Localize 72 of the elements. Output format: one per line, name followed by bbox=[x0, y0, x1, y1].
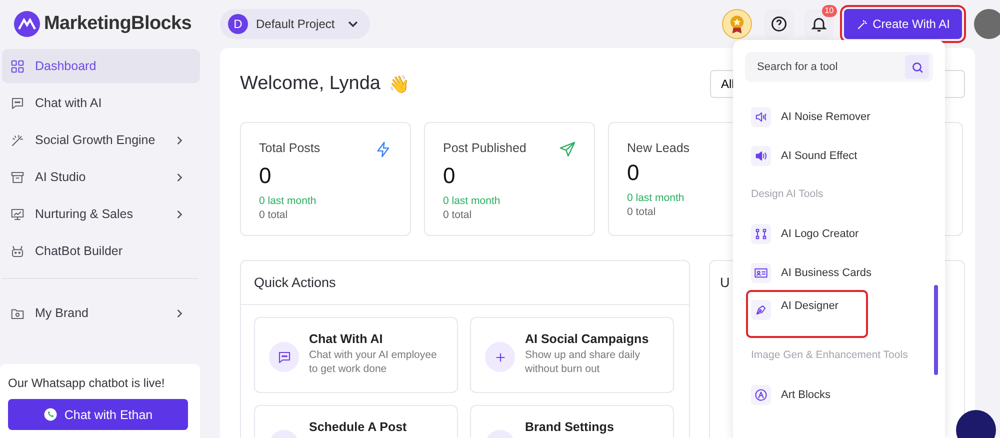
quick-action[interactable]: Chat With AI Chat with your AI employee to get work done bbox=[254, 317, 458, 393]
magic-wand-icon bbox=[10, 132, 25, 148]
welcome-heading: Welcome, Lynda bbox=[240, 73, 380, 95]
card-title: U bbox=[720, 275, 730, 290]
tool-menu-item[interactable]: Art Blocks bbox=[751, 375, 911, 414]
sidebar-item[interactable]: Chat with AI bbox=[2, 86, 200, 120]
presentation-board-icon bbox=[10, 206, 25, 222]
quick-action[interactable]: AI Social Campaigns Show up and share daily without burn out bbox=[470, 317, 674, 393]
menu-section-heading: Image Gen & Enhancement Tools bbox=[751, 348, 909, 363]
pen-tool-icon bbox=[754, 303, 768, 317]
paper-plane-icon bbox=[559, 141, 576, 158]
stat-title: Total Posts bbox=[259, 141, 320, 157]
robot-icon bbox=[10, 244, 25, 258]
create-with-ai-button[interactable]: Create With AI bbox=[844, 9, 962, 39]
chevron-down-icon bbox=[348, 19, 358, 29]
sidebar-item[interactable]: Dashboard bbox=[2, 49, 200, 83]
letter-circle-icon bbox=[754, 388, 768, 402]
sidebar-item[interactable]: My Brand bbox=[2, 296, 200, 330]
chat-bubble-icon bbox=[10, 96, 25, 110]
chat-bubble-icon bbox=[276, 350, 292, 364]
whatsapp-icon bbox=[43, 407, 58, 422]
chevron-right-icon bbox=[175, 136, 184, 144]
chevron-right-icon bbox=[175, 210, 184, 218]
tool-search-field[interactable]: Search for a tool bbox=[745, 52, 933, 82]
logo-icon bbox=[14, 11, 40, 37]
id-card-icon bbox=[754, 266, 768, 280]
stat-value: 0 bbox=[627, 160, 640, 186]
quick-action[interactable]: Schedule A Post bbox=[254, 405, 458, 438]
stat-last-month: 0 last month bbox=[443, 195, 502, 207]
sidebar-item[interactable]: AI Studio bbox=[2, 160, 200, 194]
search-button[interactable] bbox=[905, 55, 929, 79]
grid-icon bbox=[10, 58, 25, 74]
chevron-right-icon bbox=[175, 308, 184, 318]
chat-with-ethan-button[interactable]: Chat with Ethan bbox=[8, 399, 188, 430]
card-title: Quick Actions bbox=[241, 261, 689, 305]
magic-wand-icon bbox=[856, 18, 869, 30]
archive-box-icon bbox=[10, 170, 25, 184]
tool-menu-item[interactable]: AI Designer bbox=[748, 292, 866, 336]
search-icon bbox=[910, 60, 924, 74]
logo-text: MarketingBlocks bbox=[44, 13, 192, 35]
notification-badge: 10 bbox=[822, 5, 837, 17]
menu-section-heading: Design AI Tools bbox=[751, 187, 824, 202]
speaker-icon bbox=[754, 110, 768, 124]
stat-last-month: 0 last month bbox=[259, 195, 318, 207]
tool-menu-item[interactable]: AI Logo Creator bbox=[751, 214, 911, 253]
stat-title: Post Published bbox=[443, 141, 526, 157]
waving-hand-emoji: 👋 bbox=[388, 74, 410, 94]
stat-total: 0 total bbox=[443, 209, 473, 221]
volume-icon bbox=[754, 148, 768, 162]
scrollbar-thumb[interactable] bbox=[934, 285, 938, 375]
lightning-bolt-icon bbox=[375, 141, 392, 158]
sidebar-item[interactable]: Nurturing & Sales bbox=[2, 197, 200, 231]
tool-menu-item[interactable]: AI Noise Remover bbox=[751, 97, 911, 136]
chevron-right-icon bbox=[175, 172, 184, 182]
avatar-placeholder[interactable] bbox=[974, 9, 1000, 39]
tool-menu-item[interactable]: AI Sound Effect bbox=[751, 136, 911, 175]
nodes-icon bbox=[754, 226, 768, 240]
sidebar-item[interactable]: ChatBot Builder bbox=[2, 234, 200, 268]
stat-value: 0 bbox=[443, 163, 456, 189]
stat-value: 0 bbox=[259, 163, 272, 189]
tool-menu-item[interactable]: AI Business Cards bbox=[751, 253, 911, 292]
help-icon bbox=[770, 15, 788, 33]
project-selector[interactable]: D Default Project bbox=[220, 9, 370, 39]
stat-total: 0 total bbox=[259, 209, 289, 221]
quick-action[interactable]: Brand Settings bbox=[470, 405, 674, 438]
stat-total: 0 total bbox=[627, 206, 657, 218]
sidebar-item[interactable]: Social Growth Engine bbox=[2, 123, 200, 157]
medal-icon[interactable] bbox=[722, 9, 752, 39]
stat-title: New Leads bbox=[627, 141, 690, 155]
bell-icon bbox=[810, 15, 828, 33]
promo-text: Our Whatsapp chatbot is live! bbox=[8, 376, 166, 390]
help-button[interactable] bbox=[764, 9, 794, 39]
